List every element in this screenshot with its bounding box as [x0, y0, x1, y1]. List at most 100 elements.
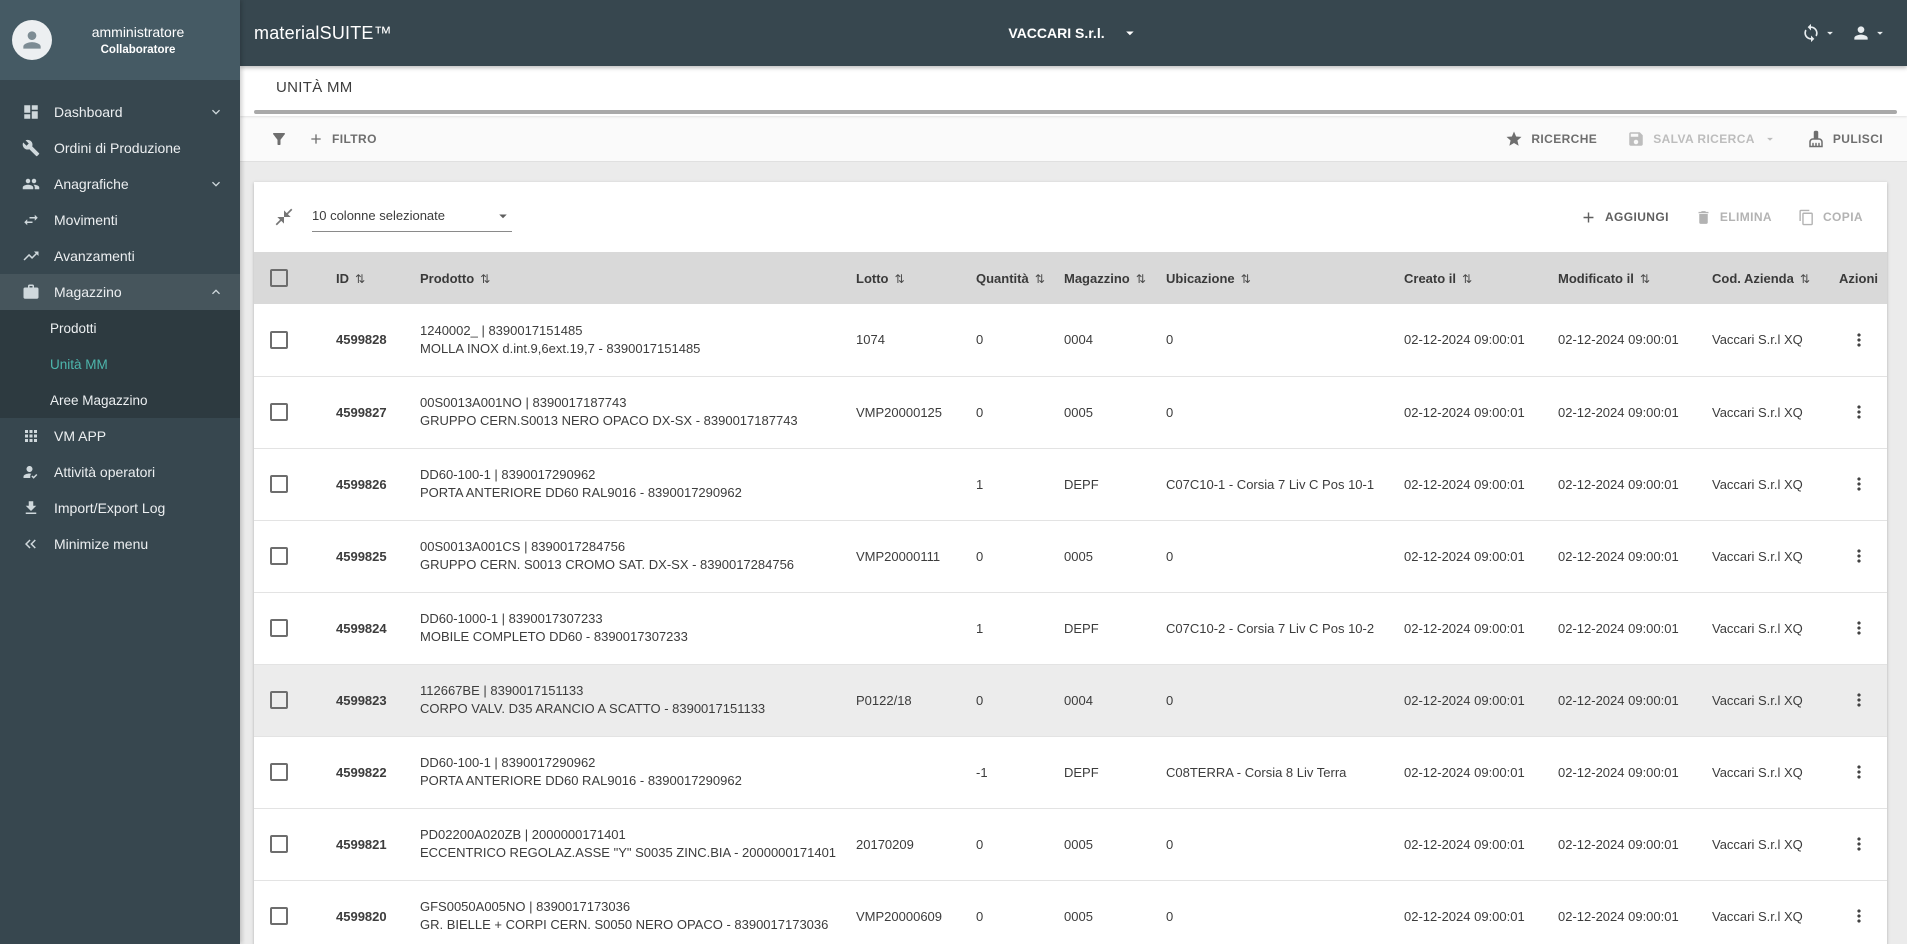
- row-checkbox[interactable]: [270, 403, 288, 421]
- row-actions-kebab-icon[interactable]: [1849, 906, 1869, 926]
- product-description: GR. BIELLE + CORPI CERN. S0050 NERO OPAC…: [420, 917, 829, 932]
- column-header-creato-il[interactable]: Creato il ⇅: [1390, 252, 1544, 304]
- elimina-button[interactable]: ELIMINA: [1695, 209, 1772, 226]
- row-checkbox[interactable]: [270, 619, 288, 637]
- cell-ubicazione: C07C10-2 - Corsia 7 Liv C Pos 10-2: [1152, 592, 1390, 665]
- units-table: ID ⇅ Prodotto ⇅ Lotto ⇅ Quantità ⇅ Magazzino ⇅ Ubi…: [254, 252, 1887, 944]
- salva-ricerca-button[interactable]: SALVA RICERCA: [1627, 130, 1777, 148]
- cell-product: DD60-100-1 | 8390017290962 PORTA ANTERIOR…: [406, 736, 842, 809]
- table-toolbar: 10 colonne selezionate AGGIUNGI ELIMINA: [254, 182, 1887, 252]
- sidebar-item-label: Attività operatori: [54, 464, 156, 480]
- cell-cod-azienda: Vaccari S.r.l XQ: [1698, 808, 1830, 881]
- column-header-quantit[interactable]: Quantità ⇅: [962, 252, 1050, 304]
- column-header-modificato-il[interactable]: Modificato il ⇅: [1544, 252, 1698, 304]
- row-actions-kebab-icon[interactable]: [1849, 834, 1869, 854]
- sidebar-item-movimenti[interactable]: Movimenti: [0, 202, 240, 238]
- sidebar-subitem-label: Prodotti: [50, 320, 97, 336]
- row-actions-kebab-icon[interactable]: [1849, 690, 1869, 710]
- table-row[interactable]: 4599826 DD60-100-1 | 8390017290962 PORTA A…: [254, 448, 1887, 521]
- cell-lotto: [842, 592, 962, 665]
- sidebar-item-magazzino[interactable]: Magazzino: [0, 274, 240, 310]
- row-checkbox[interactable]: [270, 763, 288, 781]
- cell-ubicazione: C07C10-1 - Corsia 7 Liv C Pos 10-1: [1152, 448, 1390, 521]
- product-code: DD60-1000-1 | 8390017307233: [420, 611, 603, 627]
- horizontal-scrollbar[interactable]: [240, 108, 1907, 116]
- column-header-ubicazione[interactable]: Ubicazione ⇅: [1152, 252, 1390, 304]
- pulisci-button[interactable]: PULISCI: [1807, 130, 1883, 148]
- cell-id: 4599822: [310, 736, 406, 809]
- sidebar-subitem-unit-mm[interactable]: Unità MM: [0, 346, 240, 382]
- column-header-prodotto[interactable]: Prodotto ⇅: [406, 252, 842, 304]
- cell-magazzino: DEPF: [1050, 448, 1152, 521]
- sidebar-item-anagrafiche[interactable]: Anagrafiche: [0, 166, 240, 202]
- add-filter-button[interactable]: FILTRO: [308, 131, 377, 147]
- table-row[interactable]: 4599820 GFS0050A005NO | 8390017173036 GR. …: [254, 880, 1887, 944]
- cell-quantita: 0: [962, 376, 1050, 449]
- row-checkbox[interactable]: [270, 547, 288, 565]
- collapse-icon[interactable]: [274, 207, 294, 227]
- row-checkbox[interactable]: [270, 835, 288, 853]
- table-row[interactable]: 4599824 DD60-1000-1 | 8390017307233 MOBILE…: [254, 592, 1887, 665]
- avatar: [12, 20, 52, 60]
- cell-id: 4599821: [310, 808, 406, 881]
- sidebar-subitem-prodotti[interactable]: Prodotti: [0, 310, 240, 346]
- sidebar-subitem-aree-magazzino[interactable]: Aree Magazzino: [0, 382, 240, 418]
- table-row[interactable]: 4599822 DD60-100-1 | 8390017290962 PORTA A…: [254, 736, 1887, 809]
- cell-creato-il: 02-12-2024 09:00:01: [1390, 376, 1544, 449]
- user-menu-button[interactable]: [1851, 23, 1887, 43]
- columns-select[interactable]: 10 colonne selezionate: [312, 203, 512, 232]
- table-row[interactable]: 4599827 00S0013A001NO | 8390017187743 GRUP…: [254, 376, 1887, 449]
- table-row[interactable]: 4599828 1240002_ | 8390017151485 MOLLA INO…: [254, 304, 1887, 377]
- sidebar-item-avanzamenti[interactable]: Avanzamenti: [0, 238, 240, 274]
- aggiungi-button[interactable]: AGGIUNGI: [1580, 209, 1669, 226]
- dashboard-icon: [22, 103, 40, 121]
- people-icon: [22, 175, 40, 193]
- sidebar-item-ordini-di-produzione[interactable]: Ordini di Produzione: [0, 130, 240, 166]
- column-header-magazzino[interactable]: Magazzino ⇅: [1050, 252, 1152, 304]
- row-actions-kebab-icon[interactable]: [1849, 330, 1869, 350]
- refresh-menu-button[interactable]: [1801, 23, 1837, 43]
- caret-down-icon: [1763, 132, 1777, 146]
- company-selector[interactable]: VACCARI S.r.l.: [1008, 24, 1138, 42]
- row-checkbox[interactable]: [270, 330, 288, 349]
- columns-select-value: 10 colonne selezionate: [312, 208, 445, 223]
- table-row[interactable]: 4599825 00S0013A001CS | 8390017284756 GRUP…: [254, 520, 1887, 593]
- row-actions-kebab-icon[interactable]: [1849, 762, 1869, 782]
- select-all-checkbox[interactable]: [270, 269, 288, 287]
- cell-product: GFS0050A005NO | 8390017173036 GR. BIELLE …: [406, 880, 842, 944]
- cell-product: 00S0013A001CS | 8390017284756 GRUPPO CERN…: [406, 520, 842, 593]
- cell-product: PD02200A020ZB | 2000000171401 ECCENTRICO …: [406, 808, 842, 881]
- row-actions-kebab-icon[interactable]: [1849, 546, 1869, 566]
- column-header-cod-azienda[interactable]: Cod. Azienda ⇅: [1698, 252, 1830, 304]
- sidebar-item-minimize-menu[interactable]: Minimize menu: [0, 526, 240, 562]
- sidebar-item-dashboard[interactable]: Dashboard: [0, 94, 240, 130]
- cell-creato-il: 02-12-2024 09:00:01: [1390, 520, 1544, 593]
- row-actions-kebab-icon[interactable]: [1849, 474, 1869, 494]
- cell-lotto: VMP20000111: [842, 520, 962, 593]
- column-header-azioni: Azioni: [1830, 252, 1887, 304]
- table-row[interactable]: 4599823 112667BE | 8390017151133 CORPO VAL…: [254, 664, 1887, 737]
- column-header-lotto[interactable]: Lotto ⇅: [842, 252, 962, 304]
- sidebar-item-vm-app[interactable]: VM APP: [0, 418, 240, 454]
- sidebar-item-attivit-operatori[interactable]: Attività operatori: [0, 454, 240, 490]
- sidebar-subitem-label: Unità MM: [50, 356, 108, 372]
- sidebar-item-label: Import/Export Log: [54, 500, 166, 516]
- row-actions-kebab-icon[interactable]: [1849, 402, 1869, 422]
- row-checkbox[interactable]: [270, 475, 288, 493]
- cell-product: DD60-100-1 | 8390017290962 PORTA ANTERIOR…: [406, 448, 842, 521]
- table-row[interactable]: 4599821 PD02200A020ZB | 2000000171401 ECCE…: [254, 808, 1887, 881]
- row-checkbox[interactable]: [270, 691, 288, 709]
- scrollbar-thumb[interactable]: [254, 110, 1897, 114]
- row-checkbox[interactable]: [270, 907, 288, 925]
- app-title: materialSUITE™: [254, 22, 392, 43]
- column-header-id[interactable]: ID ⇅: [310, 252, 406, 304]
- elimina-label: ELIMINA: [1719, 210, 1772, 224]
- copia-button[interactable]: COPIA: [1798, 209, 1863, 226]
- ricerche-button[interactable]: RICERCHE: [1505, 130, 1597, 148]
- operator-icon: [22, 463, 40, 481]
- cell-lotto: [842, 448, 962, 521]
- row-actions-kebab-icon[interactable]: [1849, 618, 1869, 638]
- cell-cod-azienda: Vaccari S.r.l XQ: [1698, 880, 1830, 944]
- cell-cod-azienda: Vaccari S.r.l XQ: [1698, 664, 1830, 737]
- sidebar-item-import-export-log[interactable]: Import/Export Log: [0, 490, 240, 526]
